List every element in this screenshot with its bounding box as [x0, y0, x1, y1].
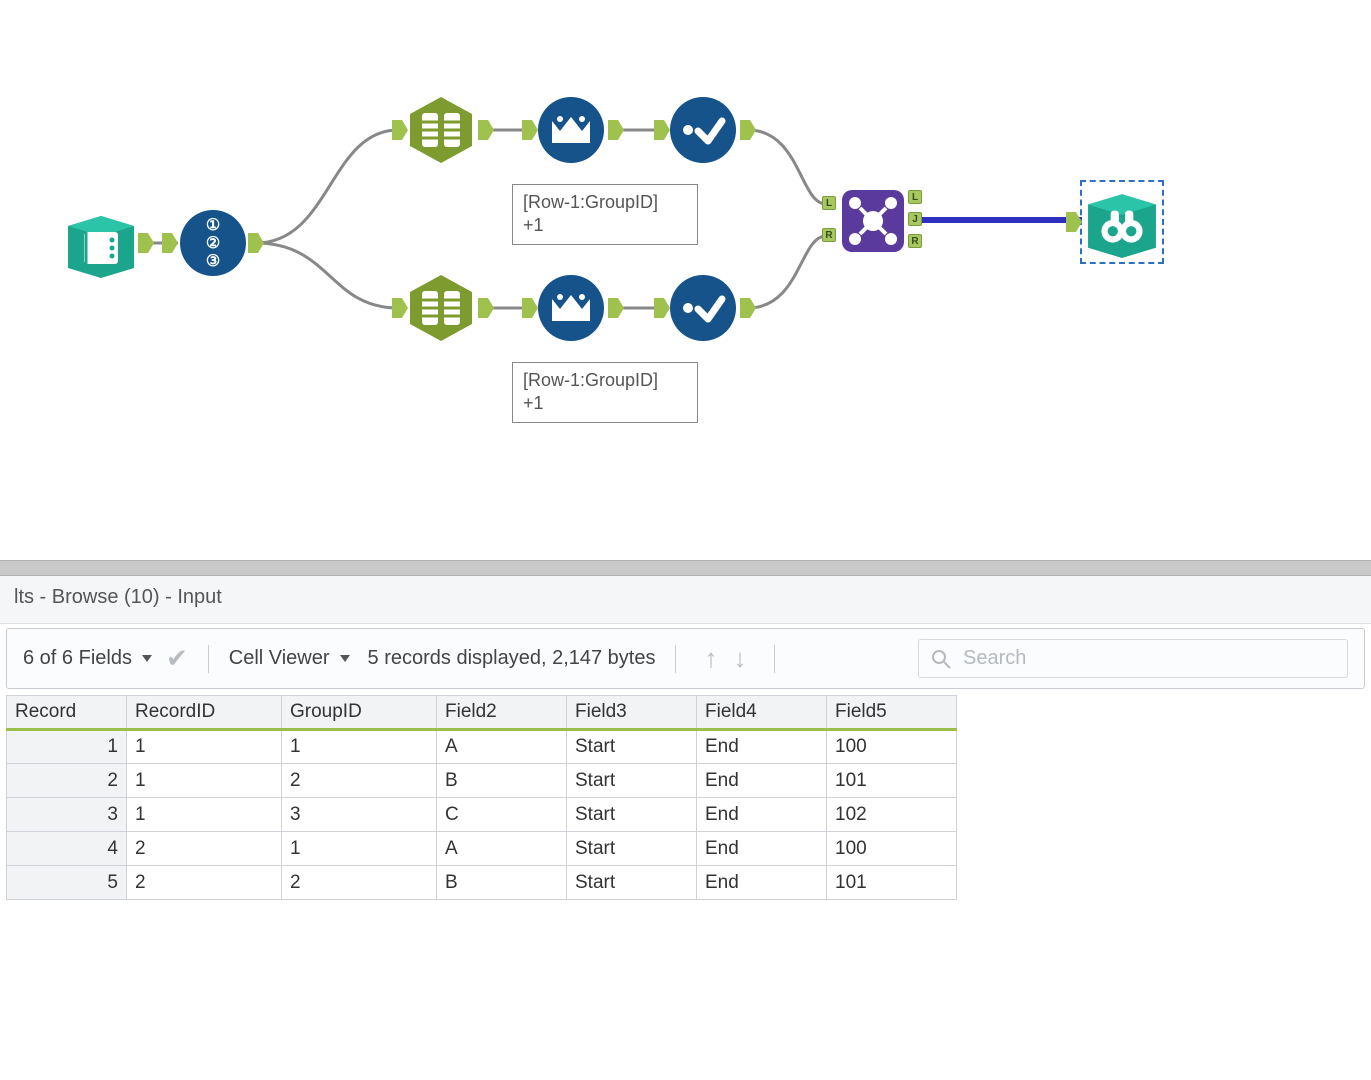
- anchor-in-icon: [654, 120, 670, 140]
- anchor-out-icon: [608, 120, 624, 140]
- separator: [208, 645, 209, 673]
- prev-record-button[interactable]: ↑: [696, 643, 725, 674]
- fields-dropdown-label: 6 of 6 Fields: [23, 647, 132, 670]
- col-header[interactable]: GroupID: [282, 696, 437, 730]
- anchor-out-icon: [248, 233, 264, 253]
- table-row[interactable]: 3 1 3 C Start End 102: [7, 798, 957, 832]
- panel-divider: [0, 560, 1371, 576]
- separator: [675, 645, 676, 673]
- svg-text:②: ②: [206, 235, 220, 252]
- anchor-out-icon: [138, 233, 154, 253]
- table-body: 1 1 1 A Start End 100 2 1 2 B Start End …: [7, 730, 957, 900]
- anchor-out-icon: [740, 298, 756, 318]
- anchor-out-icon: [478, 120, 494, 140]
- table-row[interactable]: 1 1 1 A Start End 100: [7, 730, 957, 764]
- join-out-J[interactable]: J: [908, 212, 922, 226]
- next-record-button[interactable]: ↓: [725, 643, 754, 674]
- records-status: 5 records displayed, 2,147 bytes: [368, 647, 656, 670]
- apply-check-icon[interactable]: ✔: [166, 643, 188, 674]
- annotation-bottom[interactable]: [Row-1:GroupID] +1: [512, 362, 698, 423]
- anchor-in-icon: [522, 120, 538, 140]
- svg-text:①: ①: [206, 217, 220, 234]
- col-header[interactable]: Field2: [437, 696, 567, 730]
- table-header-row: Record RecordID GroupID Field2 Field3 Fi…: [7, 696, 957, 730]
- col-header[interactable]: Field5: [827, 696, 957, 730]
- annotation-line1: [Row-1:GroupID]: [523, 369, 687, 392]
- formula-tool-top[interactable]: [668, 95, 738, 165]
- cell-viewer-dropdown[interactable]: Cell Viewer: [229, 647, 350, 670]
- browse-tool[interactable]: [1080, 180, 1164, 264]
- annotation-line2: +1: [523, 214, 687, 237]
- anchor-in-icon: [654, 298, 670, 318]
- workflow-canvas[interactable]: ① ② ③: [0, 0, 1371, 560]
- multi-row-formula-tool-bottom[interactable]: [536, 273, 606, 343]
- results-panel-title: lts - Browse (10) - Input: [0, 576, 1371, 624]
- cell-viewer-label: Cell Viewer: [229, 647, 330, 670]
- col-header[interactable]: Record: [7, 696, 127, 730]
- join-in-L[interactable]: L: [822, 196, 836, 210]
- anchor-out-icon: [478, 298, 494, 318]
- fields-dropdown[interactable]: 6 of 6 Fields: [23, 647, 152, 670]
- anchor-in-icon: [392, 298, 408, 318]
- annotation-top[interactable]: [Row-1:GroupID] +1: [512, 184, 698, 245]
- results-table[interactable]: Record RecordID GroupID Field2 Field3 Fi…: [6, 695, 957, 900]
- annotation-line1: [Row-1:GroupID]: [523, 191, 687, 214]
- results-toolbar: 6 of 6 Fields ✔ Cell Viewer 5 records di…: [6, 628, 1365, 689]
- anchor-in-icon: [1066, 212, 1082, 232]
- join-out-L[interactable]: L: [908, 190, 922, 204]
- record-id-tool[interactable]: ① ② ③: [178, 208, 248, 278]
- caret-down-icon: [340, 655, 350, 662]
- col-header[interactable]: Field4: [697, 696, 827, 730]
- join-tool[interactable]: [838, 186, 908, 256]
- anchor-in-icon: [162, 233, 178, 253]
- input-data-tool[interactable]: [66, 208, 136, 278]
- caret-down-icon: [142, 655, 152, 662]
- anchor-in-icon: [392, 120, 408, 140]
- svg-text:③: ③: [206, 253, 220, 270]
- join-in-R[interactable]: R: [822, 228, 836, 242]
- join-out-R[interactable]: R: [908, 234, 922, 248]
- anchor-out-icon: [740, 120, 756, 140]
- separator: [774, 645, 775, 673]
- search-box[interactable]: [918, 639, 1348, 678]
- search-input[interactable]: [961, 646, 1335, 671]
- annotation-line2: +1: [523, 392, 687, 415]
- search-icon: [931, 649, 951, 669]
- anchor-out-icon: [608, 298, 624, 318]
- col-header[interactable]: Field3: [567, 696, 697, 730]
- select-tool-bottom[interactable]: [406, 273, 476, 343]
- table-row[interactable]: 2 1 2 B Start End 101: [7, 764, 957, 798]
- select-tool-top[interactable]: [406, 95, 476, 165]
- anchor-in-icon: [522, 298, 538, 318]
- table-row[interactable]: 5 2 2 B Start End 101: [7, 866, 957, 900]
- multi-row-formula-tool-top[interactable]: [536, 95, 606, 165]
- table-row[interactable]: 4 2 1 A Start End 100: [7, 832, 957, 866]
- formula-tool-bottom[interactable]: [668, 273, 738, 343]
- col-header[interactable]: RecordID: [127, 696, 282, 730]
